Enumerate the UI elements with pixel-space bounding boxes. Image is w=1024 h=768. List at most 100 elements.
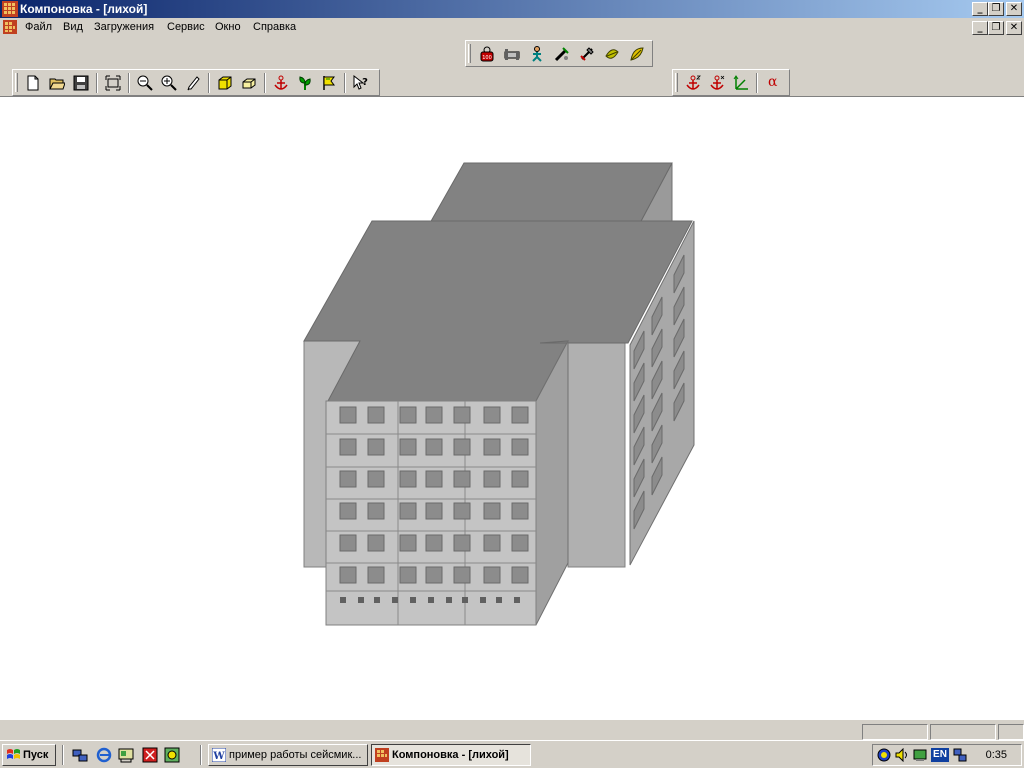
display-icon[interactable] bbox=[913, 748, 927, 762]
anchor-x-button[interactable] bbox=[706, 73, 728, 93]
toolbar-grip[interactable] bbox=[468, 44, 471, 63]
shovel-icon bbox=[580, 47, 594, 61]
status-panel bbox=[998, 724, 1024, 740]
doc-minimize-button[interactable]: _ bbox=[972, 21, 988, 35]
cube-flat-button[interactable] bbox=[238, 73, 260, 93]
axes-icon bbox=[733, 75, 748, 90]
red-app-icon[interactable] bbox=[142, 747, 158, 763]
person-icon bbox=[532, 46, 542, 62]
close-button[interactable]: ✕ bbox=[1006, 2, 1022, 16]
person-button[interactable] bbox=[526, 44, 548, 64]
toolbar-area: 100 ? α bbox=[0, 38, 1024, 96]
menu-service[interactable]: Сервис bbox=[167, 21, 205, 33]
task-word-document[interactable]: W пример работы сейсмик... bbox=[208, 744, 368, 766]
save-button[interactable] bbox=[70, 73, 92, 93]
volume-icon[interactable] bbox=[895, 748, 909, 762]
toolbar-grip[interactable] bbox=[15, 73, 18, 92]
status-panel bbox=[862, 724, 928, 740]
flag-button[interactable] bbox=[318, 73, 340, 93]
pipe-button[interactable] bbox=[551, 44, 573, 64]
start-button[interactable]: Пуск bbox=[2, 744, 56, 766]
building-roof-top bbox=[429, 162, 673, 224]
clock[interactable]: 0:35 bbox=[986, 749, 1007, 761]
weight-button[interactable]: 100 bbox=[476, 44, 498, 64]
fit-view-button[interactable] bbox=[102, 73, 124, 93]
building-model[interactable] bbox=[0, 97, 1024, 721]
coords-toolbar: α bbox=[672, 69, 790, 96]
status-panel bbox=[930, 724, 996, 740]
taskbar-separator bbox=[200, 745, 202, 765]
pencil-button[interactable] bbox=[182, 73, 204, 93]
start-label: Пуск bbox=[23, 749, 49, 761]
menu-loads[interactable]: Загружения bbox=[94, 21, 154, 33]
help-cursor-icon: ? bbox=[353, 75, 368, 90]
menu-help[interactable]: Справка bbox=[253, 21, 296, 33]
new-file-button[interactable] bbox=[22, 73, 44, 93]
plant-button[interactable] bbox=[294, 73, 316, 93]
alpha-button[interactable]: α bbox=[762, 73, 784, 93]
menu-window[interactable]: Окно bbox=[215, 21, 241, 33]
pencil-icon bbox=[187, 76, 200, 91]
window-title: Компоновка - [лихой] bbox=[20, 2, 148, 16]
doc-close-button[interactable]: ✕ bbox=[1006, 21, 1022, 35]
anchor-x-icon bbox=[710, 75, 725, 90]
network-icon[interactable] bbox=[72, 747, 88, 763]
weight-icon: 100 bbox=[480, 46, 494, 62]
bed-button[interactable] bbox=[501, 44, 523, 64]
restore-button[interactable]: ❐ bbox=[988, 2, 1004, 16]
axes-button[interactable] bbox=[730, 73, 752, 93]
zoom-in-button[interactable] bbox=[158, 73, 180, 93]
shovel-button[interactable] bbox=[576, 44, 598, 64]
alpha-label: α bbox=[768, 74, 778, 90]
title-bar[interactable]: Компоновка - [лихой] _ ❐ ✕ bbox=[0, 0, 1024, 18]
leaf-button[interactable] bbox=[601, 44, 623, 64]
toolbar-separator bbox=[96, 73, 98, 93]
anchor-icon bbox=[274, 75, 288, 90]
leaf-alt-icon bbox=[630, 47, 644, 61]
leaf-icon bbox=[605, 49, 619, 59]
cube-button[interactable] bbox=[214, 73, 236, 93]
new-file-icon bbox=[27, 75, 39, 91]
menu-view[interactable]: Вид bbox=[63, 21, 83, 33]
network-tray-icon[interactable] bbox=[953, 748, 967, 762]
help-cursor-button[interactable]: ? bbox=[350, 73, 372, 93]
green-app-icon[interactable] bbox=[164, 747, 180, 763]
zoom-in-icon bbox=[161, 75, 177, 91]
menu-file[interactable]: Файл bbox=[25, 21, 52, 33]
system-tray: EN 0:35 bbox=[872, 744, 1022, 766]
antivirus-icon[interactable] bbox=[877, 748, 891, 762]
app-grid-icon bbox=[375, 748, 389, 762]
zoom-out-icon bbox=[137, 75, 153, 91]
open-button[interactable] bbox=[46, 73, 68, 93]
model-viewport[interactable] bbox=[0, 96, 1024, 720]
bed-icon bbox=[504, 49, 520, 60]
task-kompanovka[interactable]: Компоновка - [лихой] bbox=[371, 744, 531, 766]
save-icon bbox=[73, 75, 89, 91]
language-indicator[interactable]: EN bbox=[931, 748, 949, 762]
taskbar-separator bbox=[62, 745, 64, 765]
anchor-z-icon bbox=[686, 75, 701, 90]
toolbar-separator bbox=[208, 73, 210, 93]
doc-restore-button[interactable]: ❐ bbox=[988, 21, 1004, 35]
document-grid-icon[interactable] bbox=[3, 20, 17, 34]
flag-icon bbox=[323, 76, 335, 90]
internet-explorer-icon[interactable] bbox=[96, 747, 112, 763]
anchor-z-button[interactable] bbox=[682, 73, 704, 93]
toolbar-separator bbox=[756, 73, 758, 93]
toolbar-separator bbox=[264, 73, 266, 93]
leaf-alt-button[interactable] bbox=[626, 44, 648, 64]
toolbar-separator bbox=[344, 73, 346, 93]
desktop-icon[interactable] bbox=[118, 747, 134, 763]
task-label: Компоновка - [лихой] bbox=[392, 749, 509, 761]
main-toolbar: ? bbox=[12, 69, 380, 96]
anchor-button[interactable] bbox=[270, 73, 292, 93]
app-grid-icon bbox=[2, 1, 18, 17]
toolbar-grip[interactable] bbox=[675, 73, 678, 92]
plant-icon bbox=[299, 76, 311, 90]
loads-toolbar: 100 bbox=[465, 40, 653, 67]
taskbar: Пуск W пример работы сейсмик... Компонов… bbox=[0, 740, 1024, 768]
word-icon: W bbox=[212, 748, 226, 762]
cube-flat-icon bbox=[242, 78, 256, 89]
zoom-out-button[interactable] bbox=[134, 73, 156, 93]
minimize-button[interactable]: _ bbox=[972, 2, 988, 16]
